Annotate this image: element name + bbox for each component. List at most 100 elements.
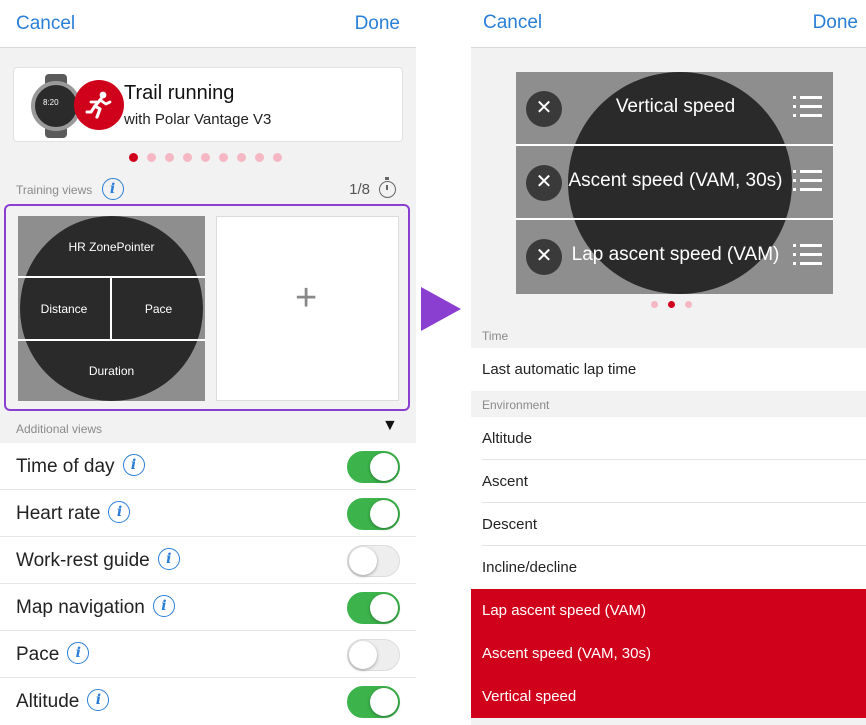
field-option[interactable]: Ascent	[471, 460, 866, 503]
page-dot	[685, 301, 692, 308]
drag-handle-icon[interactable]	[793, 170, 823, 194]
additional-view-label: Map navigation	[16, 597, 145, 618]
training-view-preview[interactable]: HR ZonePointer Distance Pace Duration	[18, 216, 205, 401]
view-field-editor: ✕ Vertical speed ✕ Ascent speed (VAM, 30s) ✕…	[516, 72, 833, 294]
additional-views-label: Additional views	[16, 422, 103, 436]
section-title: Environment	[482, 398, 550, 412]
additional-view-label: Altitude	[16, 691, 80, 712]
nav-bar: Cancel Done	[471, 0, 866, 48]
field-option-label: Last automatic lap time	[482, 361, 637, 378]
drag-handle-icon[interactable]	[793, 244, 823, 268]
toggle-switch[interactable]	[347, 639, 400, 671]
page-dot	[183, 153, 192, 162]
done-button[interactable]: Done	[813, 12, 858, 34]
selected-field-option[interactable]: Vertical speed	[471, 675, 866, 718]
additional-view-label: Pace	[16, 644, 60, 665]
view-field-row: ✕ Vertical speed	[516, 72, 833, 144]
stopwatch-icon[interactable]	[379, 177, 396, 198]
field-option-label: Ascent	[482, 473, 528, 490]
view-field-left: Distance	[40, 302, 88, 316]
additional-view-label: Heart rate	[16, 503, 101, 524]
view-field-top: HR ZonePointer	[68, 240, 155, 254]
trail-running-icon	[74, 80, 124, 130]
page-indicator	[129, 153, 282, 162]
info-icon[interactable]: i	[157, 548, 180, 571]
page-dot	[651, 301, 658, 308]
page-dot	[165, 153, 174, 162]
watch-time: 8:20	[43, 98, 59, 107]
view-field-bottom: Duration	[88, 364, 135, 378]
toggle-switch[interactable]	[347, 545, 400, 577]
page-dot	[129, 153, 138, 162]
additional-view-item: Pace i	[16, 642, 90, 666]
additional-view-item: Time of day i	[16, 454, 145, 478]
down-arrow-icon: ▼	[382, 417, 398, 434]
section-header: Environment	[471, 391, 866, 417]
additional-view-row: Pace i	[0, 631, 416, 678]
selected-field-label: Ascent speed (VAM, 30s)	[482, 645, 651, 662]
done-button[interactable]: Done	[355, 13, 400, 35]
remove-field-button[interactable]: ✕	[526, 91, 562, 127]
additional-view-label: Work-rest guide	[16, 550, 150, 571]
remove-field-button[interactable]: ✕	[526, 239, 562, 275]
additional-view-row: Time of day i	[0, 443, 416, 490]
cancel-button[interactable]: Cancel	[16, 13, 75, 35]
additional-view-row: Heart rate i	[0, 490, 416, 537]
info-icon[interactable]: i	[101, 178, 124, 200]
additional-view-item: Altitude i	[16, 689, 110, 713]
drag-handle-icon[interactable]	[793, 96, 823, 120]
toggle-knob	[370, 688, 398, 716]
info-icon[interactable]: i	[87, 689, 110, 712]
additional-views-list: Time of day i Heart rate i Work-rest guide i M…	[0, 443, 416, 725]
toggle-switch[interactable]	[347, 498, 400, 530]
remove-field-button[interactable]: ✕	[526, 165, 562, 201]
info-icon[interactable]: i	[67, 642, 90, 665]
selected-field-option[interactable]: Lap ascent speed (VAM)	[471, 589, 866, 632]
page-counter: 1/8	[349, 181, 370, 198]
info-icon[interactable]: i	[152, 595, 175, 618]
toggle-switch[interactable]	[347, 451, 400, 483]
sport-profile-card: 8:20 Trail running with Polar Vantage V3	[13, 67, 403, 142]
field-option[interactable]: Incline/decline	[471, 546, 866, 589]
view-field-row: ✕ Ascent speed (VAM, 30s)	[516, 146, 833, 218]
transition-arrow-icon	[421, 287, 461, 331]
additional-view-row: Altitude i	[0, 678, 416, 725]
sport-subtitle: with Polar Vantage V3	[124, 111, 272, 128]
additional-view-row: Map navigation i	[0, 584, 416, 631]
field-option[interactable]: Altitude	[471, 417, 866, 460]
page-dot	[147, 153, 156, 162]
info-icon[interactable]: i	[108, 501, 131, 524]
page-dot	[219, 153, 228, 162]
plus-icon[interactable]: +	[295, 277, 317, 320]
toggle-switch[interactable]	[347, 686, 400, 718]
field-option-label: Incline/decline	[482, 559, 578, 576]
page-indicator	[651, 301, 692, 308]
page-dot	[668, 301, 675, 308]
info-icon[interactable]: i	[122, 454, 145, 477]
field-option[interactable]: Descent	[471, 503, 866, 546]
selected-field-option[interactable]: Ascent speed (VAM, 30s)	[471, 632, 866, 675]
nav-bar: Cancel Done	[0, 0, 416, 48]
view-field-right: Pace	[144, 302, 173, 316]
page-dot	[273, 153, 282, 162]
additional-view-item: Heart rate i	[16, 501, 131, 525]
toggle-knob	[370, 453, 398, 481]
view-field-label: Lap ascent speed (VAM)	[571, 244, 780, 265]
page-dot	[201, 153, 210, 162]
section-header: Time	[471, 322, 866, 348]
training-views-screen: Cancel Done 8:20 Trail running with Pola…	[0, 0, 416, 725]
page-dot	[255, 153, 264, 162]
selected-field-label: Vertical speed	[482, 688, 577, 705]
add-view-tile[interactable]: +	[216, 216, 399, 401]
field-option-label: Descent	[482, 516, 538, 533]
additional-view-row: Work-rest guide i	[0, 537, 416, 584]
toggle-knob	[370, 500, 398, 528]
view-field-row: ✕ Lap ascent speed (VAM)	[516, 220, 833, 292]
field-option[interactable]: Last automatic lap time	[471, 348, 866, 391]
sport-title: Trail running	[124, 82, 235, 104]
toggle-switch[interactable]	[347, 592, 400, 624]
field-option-label: Altitude	[482, 430, 533, 447]
section-title: Time	[482, 329, 509, 343]
cancel-button[interactable]: Cancel	[483, 12, 542, 34]
additional-view-item: Work-rest guide i	[16, 548, 180, 572]
